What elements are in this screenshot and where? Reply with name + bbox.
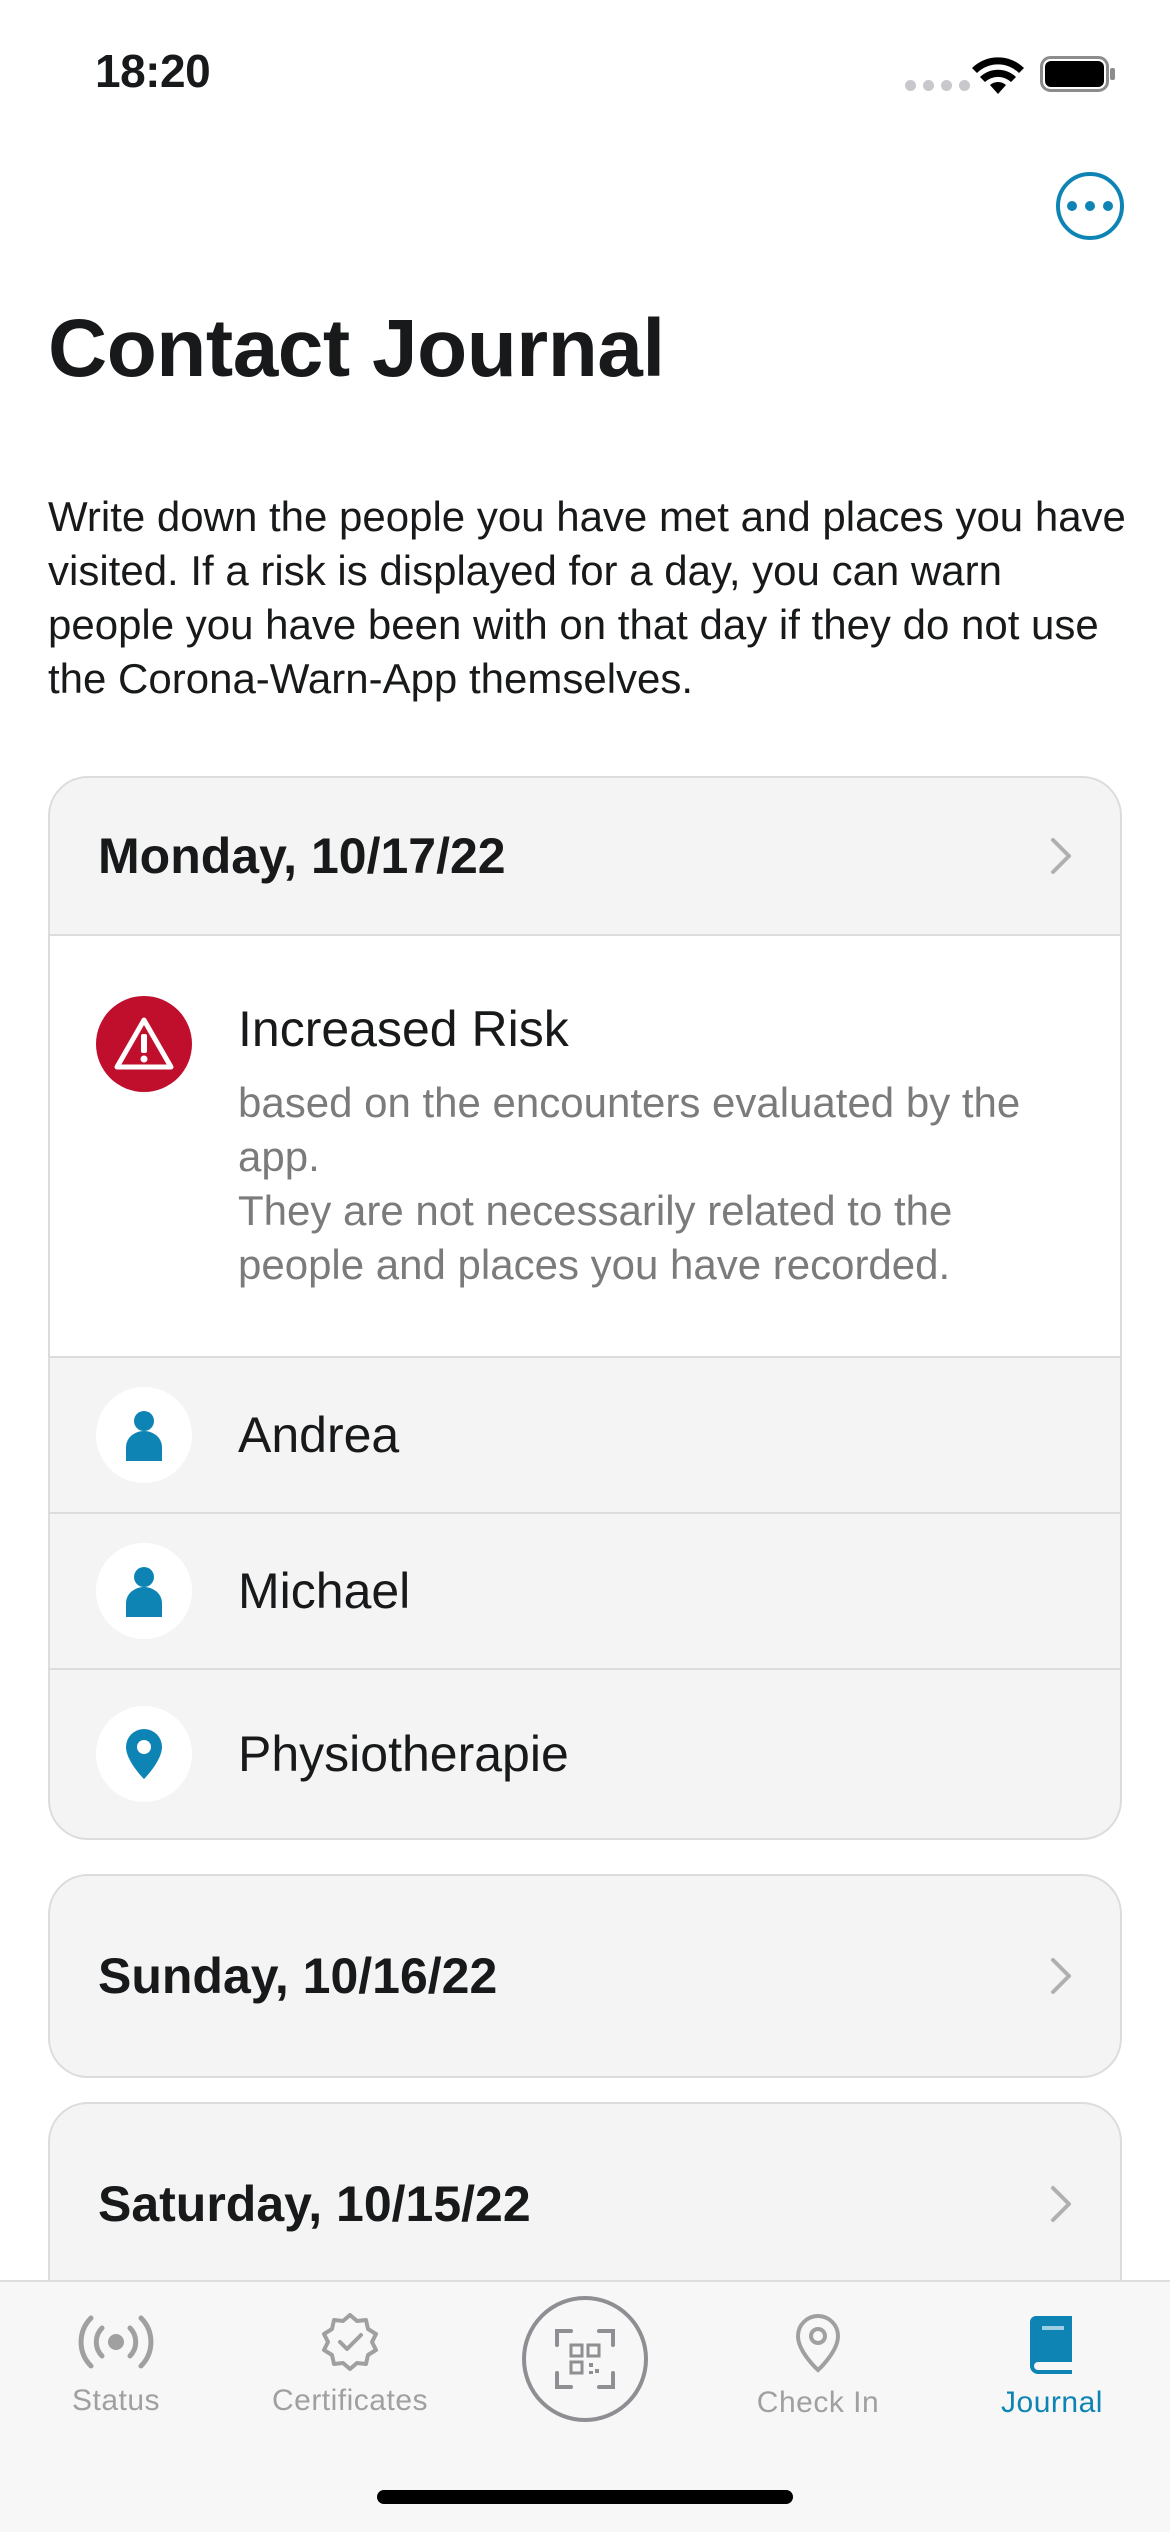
tab-label: Journal (1001, 2386, 1103, 2419)
entry-label: Andrea (238, 1407, 400, 1463)
status-time: 18:20 (95, 45, 211, 97)
day-card-sunday[interactable]: Sunday, 10/16/22 (48, 1874, 1122, 2078)
warning-triangle-icon (96, 996, 192, 1092)
ellipsis-circle-icon (1067, 201, 1077, 211)
risk-description: based on the encounters evaluated by the… (238, 1079, 1021, 1288)
tab-label: Status (71, 2384, 161, 2417)
day-date: Saturday, 10/15/22 (98, 2176, 531, 2232)
day-card-header[interactable]: Monday, 10/17/22 (50, 778, 1120, 934)
day-date: Monday, 10/17/22 (98, 828, 506, 884)
cellular-signal-icon (905, 80, 970, 91)
person-icon (96, 1543, 192, 1639)
tab-certificates[interactable]: Certificates (240, 2282, 460, 2452)
risk-title: Increased Risk (238, 1001, 569, 1057)
location-pin-icon (795, 2313, 841, 2373)
risk-section: Increased Risk based on the encounters e… (50, 934, 1120, 1358)
tab-label: Check In (756, 2386, 880, 2419)
day-card-monday: Monday, 10/17/22 Increased Risk based on… (48, 776, 1122, 1840)
radar-icon (78, 2315, 154, 2369)
intro-description: Write down the people you have met and p… (48, 493, 1126, 702)
journal-entry-person[interactable]: Andrea (50, 1358, 1120, 1514)
journal-entry-person[interactable]: Michael (50, 1514, 1120, 1670)
person-icon (96, 1387, 192, 1483)
entry-label: Michael (238, 1563, 411, 1619)
page-title: Contact Journal (48, 303, 665, 394)
certificate-badge-icon (322, 2313, 378, 2371)
qr-scan-button[interactable] (522, 2296, 648, 2422)
tab-journal[interactable]: Journal (942, 2282, 1162, 2452)
tab-status[interactable]: Status (6, 2282, 226, 2452)
location-pin-icon (96, 1706, 192, 1802)
battery-icon (1040, 56, 1115, 92)
tab-label: Certificates (271, 2384, 429, 2417)
qr-scan-icon (555, 2329, 615, 2389)
day-date: Sunday, 10/16/22 (98, 1948, 498, 2004)
status-bar: 18:20 (0, 0, 1170, 140)
entry-label: Physiotherapie (238, 1726, 569, 1782)
journal-entry-location[interactable]: Physiotherapie (50, 1670, 1120, 1838)
tab-check-in[interactable]: Check In (708, 2282, 928, 2452)
more-options-button[interactable] (1056, 172, 1124, 240)
day-card-header: Saturday, 10/15/22 (50, 2104, 1120, 2304)
chevron-right-icon (1051, 838, 1071, 874)
chevron-right-icon (1051, 1958, 1071, 1994)
home-indicator[interactable] (377, 2490, 793, 2504)
chevron-right-icon (1051, 2186, 1071, 2222)
day-card-header: Sunday, 10/16/22 (50, 1876, 1120, 2076)
book-icon (1030, 2316, 1072, 2374)
wifi-icon (972, 57, 1024, 94)
